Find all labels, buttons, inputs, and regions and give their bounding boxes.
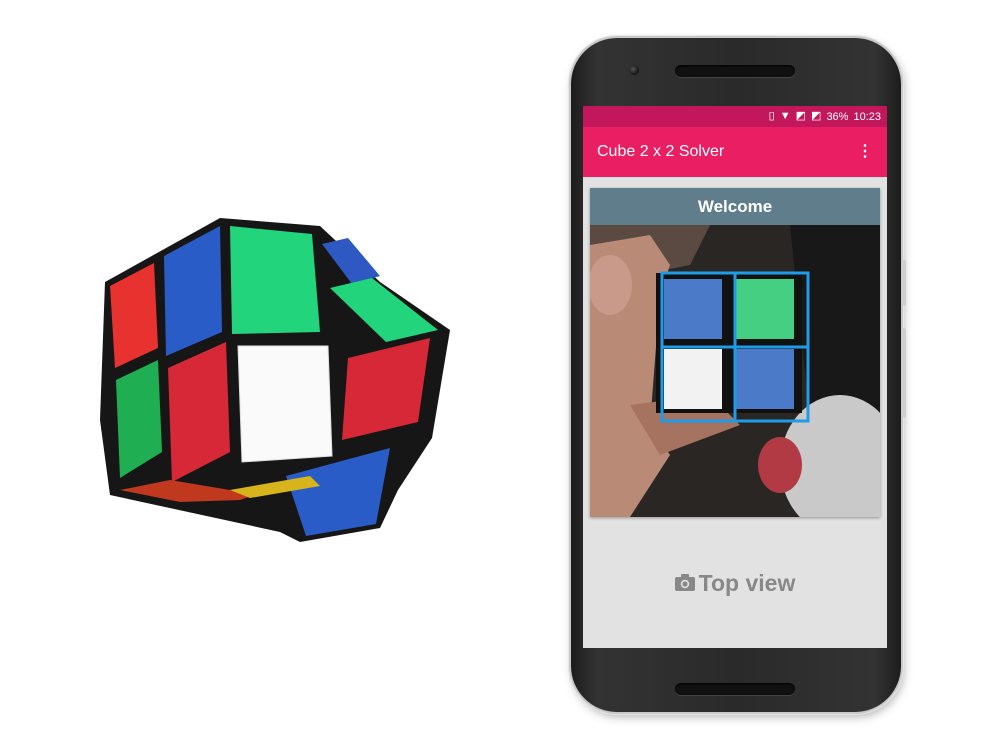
cube-sticker — [664, 279, 722, 339]
overflow-menu-icon[interactable]: ⋮ — [857, 144, 873, 160]
vibrate-icon: ▯ — [768, 110, 775, 122]
wifi-icon: ▼ — [779, 110, 791, 122]
app-bar: Cube 2 x 2 Solver ⋮ — [583, 127, 887, 177]
camera-preview — [590, 225, 880, 517]
camera-icon — [674, 570, 695, 597]
front-camera — [629, 65, 639, 75]
card-header: Welcome — [590, 188, 880, 225]
bottom-speaker — [675, 683, 795, 695]
app-title: Cube 2 x 2 Solver — [597, 143, 725, 160]
battery-level: 36% — [826, 110, 849, 123]
no-sim-icon: ◩ — [811, 110, 822, 122]
top-view-label: Top view — [698, 569, 796, 596]
cube-sticker — [230, 226, 320, 334]
power-button — [902, 260, 906, 306]
cube-sticker — [664, 349, 722, 409]
welcome-card: Welcome — [590, 188, 880, 517]
no-signal-icon: ◩ — [795, 110, 807, 122]
earpiece-speaker — [675, 65, 795, 77]
volume-button — [902, 328, 906, 418]
status-bar: ▯ ▼ ◩ ◩ 36% 10:23 — [583, 106, 887, 127]
phone-screen: ▯ ▼ ◩ ◩ 36% 10:23 Cube 2 x 2 Solver ⋮ We… — [583, 106, 887, 648]
cube-sticker — [734, 349, 794, 409]
top-view-button[interactable]: Top view — [583, 558, 887, 608]
clock: 10:23 — [853, 110, 881, 123]
phone-device: ▯ ▼ ◩ ◩ 36% 10:23 Cube 2 x 2 Solver ⋮ We… — [571, 38, 906, 712]
cube-sticker — [734, 279, 794, 339]
cube-sticker — [237, 345, 333, 463]
cube-illustration — [80, 190, 480, 560]
